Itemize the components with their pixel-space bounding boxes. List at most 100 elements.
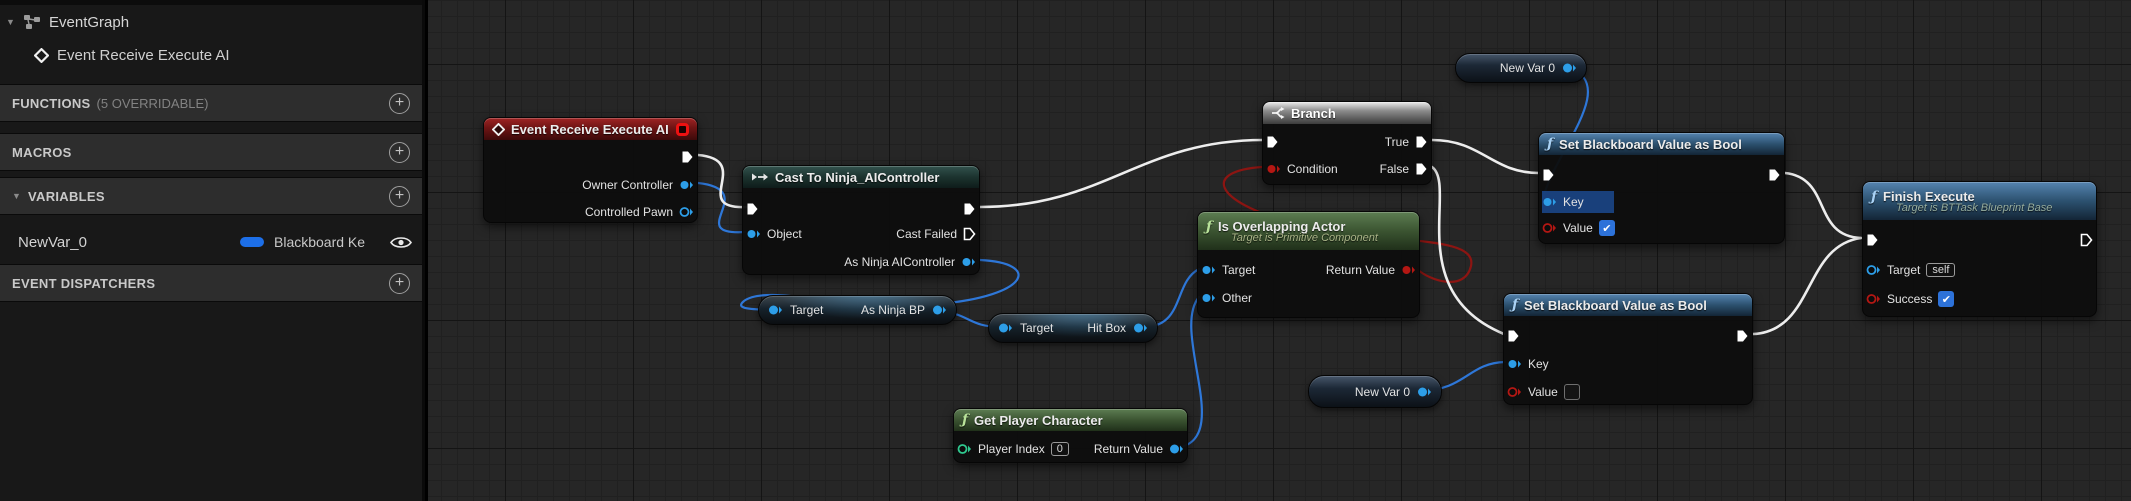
node-hit-box[interactable]: Target Hit Box — [988, 313, 1158, 343]
controlled-pawn-pin[interactable] — [679, 206, 694, 218]
pin-label: Return Value — [1093, 442, 1163, 456]
section-macros[interactable]: MACROS + — [0, 133, 422, 171]
function-icon: ƒ — [1547, 136, 1554, 152]
pin-label: Target — [1222, 263, 1256, 277]
return-value-pin[interactable] — [1401, 264, 1416, 276]
target-pin[interactable] — [1866, 264, 1881, 276]
node-set-blackboard-value-as-bool-2[interactable]: ƒ Set Blackboard Value as Bool Key Value — [1503, 293, 1753, 405]
success-checkbox[interactable]: ✔ — [1938, 291, 1955, 307]
add-macro-button[interactable]: + — [389, 141, 410, 163]
pin-label: Cast Failed — [896, 227, 957, 241]
node-as-ninja-bp[interactable]: Target As Ninja BP — [758, 295, 957, 325]
pin-label: Other — [1222, 291, 1253, 305]
exec-out-pin[interactable] — [1768, 168, 1781, 182]
event-diamond-icon — [492, 122, 505, 136]
pin-label: Key — [1528, 357, 1549, 371]
target-pin[interactable] — [1201, 264, 1216, 276]
section-functions[interactable]: FUNCTIONS (5 OVERRIDABLE) + — [0, 84, 422, 122]
variable-type-pill-icon — [240, 237, 264, 247]
collapse-arrow-icon[interactable]: ▼ — [6, 17, 16, 27]
key-pin[interactable] — [1507, 358, 1522, 370]
target-pin[interactable] — [998, 322, 1013, 334]
condition-pin[interactable] — [1266, 163, 1281, 175]
object-pin[interactable] — [746, 228, 761, 240]
variable-type-label: Blackboard Ke — [274, 234, 366, 250]
node-event-receive-execute-ai[interactable]: Event Receive Execute AI Owner Controlle… — [483, 117, 698, 223]
node-finish-execute[interactable]: ƒ Finish Execute Target is BTTask Bluepr… — [1862, 181, 2097, 317]
exec-out-pin[interactable] — [963, 202, 976, 216]
variable-getter-label: New Var 0 — [1354, 384, 1410, 399]
as-ninja-aicontroller-pin[interactable] — [961, 256, 976, 268]
pin-label: Owner Controller — [582, 178, 673, 192]
functions-overridable-count: (5 OVERRIDABLE) — [96, 95, 209, 111]
sidebar-item-event-receive-execute-ai[interactable]: Event Receive Execute AI — [0, 40, 422, 70]
hit-box-out-pin[interactable] — [1133, 322, 1148, 334]
return-value-pin[interactable] — [1169, 443, 1184, 455]
branch-icon — [1272, 107, 1285, 119]
owner-controller-pin[interactable] — [679, 179, 694, 191]
pin-label: False — [1379, 162, 1409, 176]
section-variables[interactable]: ▼ VARIABLES + — [0, 177, 422, 215]
exec-out-pin[interactable] — [681, 150, 694, 164]
value-pin[interactable] — [1507, 386, 1522, 398]
exec-out-pin[interactable] — [1736, 329, 1749, 343]
value-checkbox[interactable]: ✔ — [1598, 220, 1615, 236]
exec-in-pin[interactable] — [746, 202, 759, 216]
newvar0-out-pin[interactable] — [1562, 62, 1577, 74]
pin-label: Target — [1887, 263, 1921, 277]
exec-in-pin[interactable] — [1542, 168, 1555, 182]
cast-icon — [752, 173, 768, 181]
pin-label: Return Value — [1325, 263, 1395, 277]
pin-label: As Ninja BP — [860, 303, 925, 317]
value-pin[interactable] — [1542, 222, 1557, 234]
exec-in-pin[interactable] — [1507, 329, 1520, 343]
function-icon: ƒ — [1512, 297, 1519, 313]
node-branch[interactable]: Branch True Condition False — [1262, 101, 1432, 185]
pin-label: Controlled Pawn — [584, 205, 673, 219]
target-pin[interactable] — [768, 304, 783, 316]
pin-label: Value — [1528, 385, 1558, 399]
value-checkbox[interactable] — [1563, 384, 1580, 400]
exec-in-pin[interactable] — [1266, 135, 1279, 149]
exec-out-pin[interactable] — [2080, 233, 2093, 247]
event-flag-icon — [676, 122, 689, 136]
as-ninja-bp-out-pin[interactable] — [932, 304, 947, 316]
variables-collapse-arrow-icon[interactable]: ▼ — [12, 191, 22, 201]
add-function-button[interactable]: + — [389, 92, 410, 114]
function-icon: ƒ — [962, 412, 969, 428]
pin-label: Target — [790, 303, 824, 317]
true-exec-pin[interactable] — [1415, 135, 1428, 149]
success-pin[interactable] — [1866, 293, 1881, 305]
node-newvar0-getter-top[interactable]: New Var 0 — [1455, 53, 1587, 83]
add-event-dispatcher-button[interactable]: + — [389, 272, 410, 294]
variable-row-newvar0[interactable]: NewVar_0 Blackboard Ke — [0, 222, 422, 262]
variables-label: VARIABLES — [28, 188, 105, 204]
sidebar-item-eventgraph[interactable]: ▼ EventGraph — [0, 8, 422, 36]
pin-label: True — [1384, 135, 1409, 149]
other-pin[interactable] — [1201, 292, 1216, 304]
pin-label: Target — [1020, 321, 1054, 335]
pin-label: Player Index — [978, 442, 1045, 456]
eventgraph-label: EventGraph — [49, 13, 130, 31]
exec-in-pin[interactable] — [1866, 233, 1879, 247]
variable-getter-label: New Var 0 — [1499, 61, 1555, 75]
blueprint-editor: ▼ EventGraph Event Receive Execute AI FU… — [0, 0, 2131, 501]
cast-failed-exec-pin[interactable] — [963, 227, 976, 241]
node-title: Get Player Character — [974, 412, 1103, 428]
node-title: Event Receive Execute AI — [511, 121, 669, 137]
section-event-dispatchers[interactable]: EVENT DISPATCHERS + — [0, 264, 422, 302]
node-is-overlapping-actor[interactable]: ƒ Is Overlapping Actor Target is Primiti… — [1197, 211, 1420, 318]
add-variable-button[interactable]: + — [389, 185, 410, 207]
player-index-pin[interactable] — [957, 443, 972, 455]
false-exec-pin[interactable] — [1415, 162, 1428, 176]
newvar0-out-pin[interactable] — [1417, 386, 1432, 398]
node-newvar0-getter-bottom[interactable]: New Var 0 — [1308, 375, 1442, 408]
node-set-blackboard-value-as-bool-1[interactable]: ƒ Set Blackboard Value as Bool Key Value… — [1538, 132, 1785, 244]
node-cast-to-ninja-aicontroller[interactable]: Cast To Ninja_AIController Object Cast F… — [742, 165, 980, 275]
node-get-player-character[interactable]: ƒ Get Player Character Player Index 0 Re… — [953, 408, 1188, 463]
key-pin[interactable] — [1542, 196, 1557, 208]
event-dispatchers-label: EVENT DISPATCHERS — [12, 275, 156, 291]
visibility-eye-icon[interactable] — [390, 235, 412, 250]
macros-label: MACROS — [12, 144, 72, 160]
player-index-value[interactable]: 0 — [1050, 442, 1069, 456]
